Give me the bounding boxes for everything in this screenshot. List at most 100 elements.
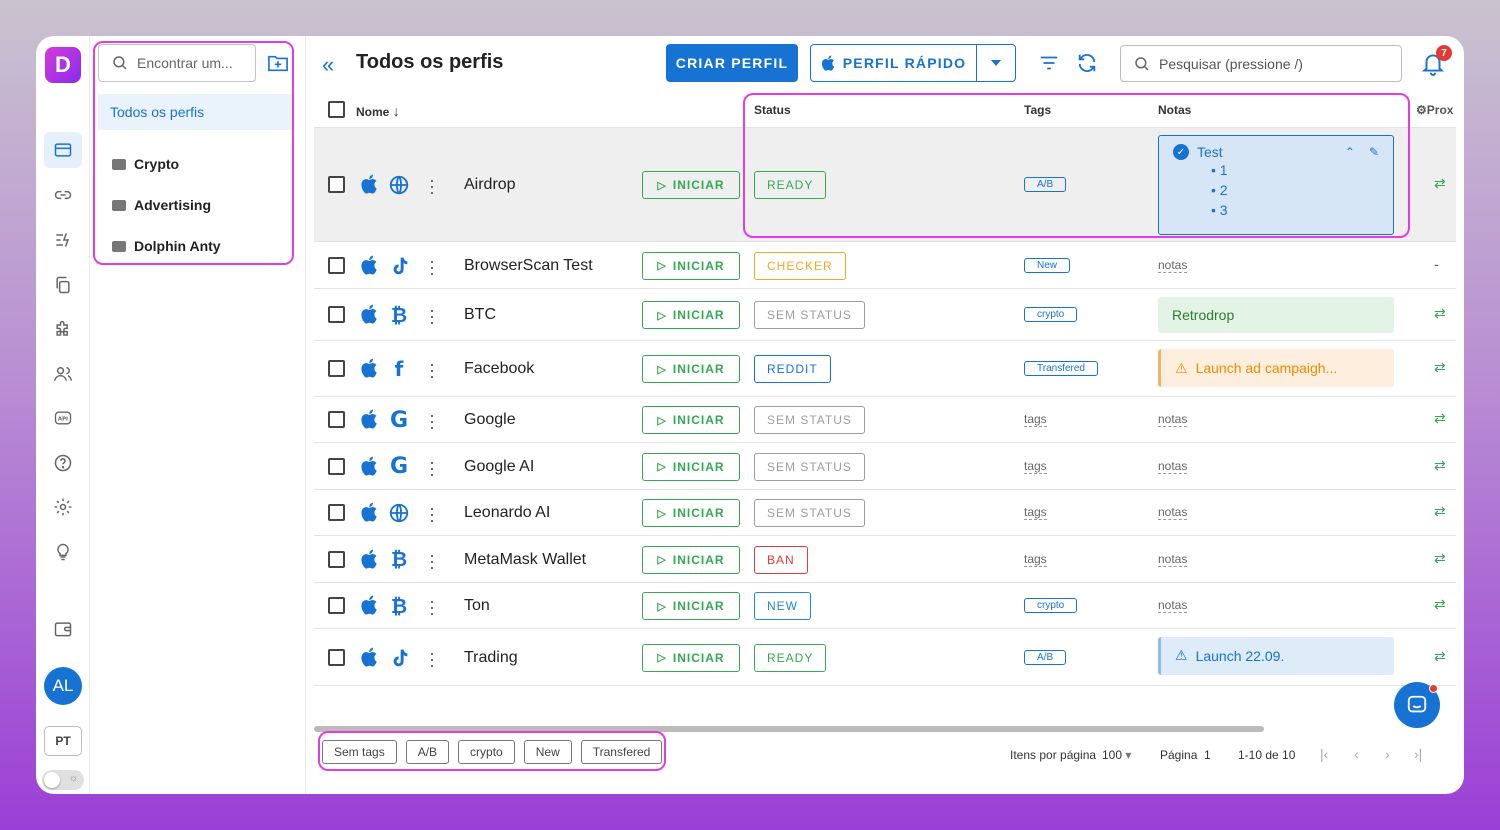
table-row[interactable]: · · · Leonardo AI ▷ INICIAR SEM STATUS tags… [314,490,1456,536]
profile-name[interactable]: Google [464,411,516,429]
row-checkbox[interactable] [328,550,345,568]
note-card[interactable]: ⚠ Launch 22.09. [1158,636,1394,675]
profile-tag[interactable]: crypto [1024,598,1078,613]
profile-search-input[interactable]: Pesquisar (pressione /) [1120,45,1402,82]
status-badge[interactable]: SEM STATUS [754,452,865,481]
column-proxy-header[interactable]: ⚙Prox [1416,103,1453,117]
row-checkbox[interactable] [328,306,345,323]
profile-name[interactable]: BrowserScan Test [464,257,593,275]
app-logo[interactable]: D [45,47,81,83]
more-options-icon[interactable]: · · · [428,499,436,529]
proxy-icon[interactable]: ⇄ [1434,648,1446,665]
proxy-icon[interactable]: ⇄ [1434,550,1446,567]
table-row[interactable]: · · · Trading ▷ INICIAR READY A/B ⚠ Launch 2… [314,629,1456,686]
idea-icon[interactable] [44,534,82,570]
folder-search-input[interactable]: Encontrar um... [98,44,256,82]
profile-name[interactable]: Leonardo AI [464,504,550,522]
profile-name[interactable]: Ton [464,597,490,615]
start-button[interactable]: ▷ INICIAR [642,643,740,672]
start-button[interactable]: ▷ INICIAR [642,499,740,527]
tags-placeholder[interactable]: tags [1024,552,1047,567]
proxy-icon[interactable]: ⇄ [1434,175,1446,192]
table-row[interactable]: ₿ · · · Ton ▷ INICIAR NEW crypto notas ⇄ [314,583,1456,629]
proxy-icon[interactable]: ⇄ [1434,596,1446,613]
extension-icon[interactable] [44,312,82,348]
more-options-icon[interactable]: · · · [428,171,436,201]
first-page-icon[interactable]: |‹ [1320,746,1328,762]
chat-support-icon[interactable] [1394,682,1440,728]
tags-placeholder[interactable]: tags [1024,505,1047,520]
more-options-icon[interactable]: · · · [428,406,436,436]
profile-tag[interactable]: crypto [1024,307,1078,322]
tags-placeholder[interactable]: tags [1024,412,1047,427]
gear-icon[interactable]: ⚙ [1416,103,1427,117]
notes-placeholder[interactable]: notas [1158,552,1188,567]
copy-icon[interactable] [44,267,82,303]
proxy-icon[interactable]: ⇄ [1434,410,1446,427]
table-row[interactable]: ₿ · · · MetaMask Wallet ▷ INICIAR BAN tags … [314,536,1456,583]
profiles-icon[interactable] [44,132,82,168]
page-number[interactable]: 1 [1204,748,1211,762]
status-badge[interactable]: REDDIT [754,355,831,383]
start-button[interactable]: ▷ INICIAR [642,592,740,620]
tag-filter-crypto[interactable]: crypto [458,740,515,764]
start-button[interactable]: ▷ INICIAR [642,171,740,199]
table-row[interactable]: G · · · Google ▷ INICIAR SEM STATUS tags no… [314,397,1456,443]
chevron-down-icon[interactable] [977,60,1015,66]
start-button[interactable]: ▷ INICIAR [642,452,740,481]
horizontal-scrollbar[interactable] [314,726,1264,732]
start-button[interactable]: ▷ INICIAR [642,251,740,280]
start-button[interactable]: ▷ INICIAR [642,545,740,574]
status-badge[interactable]: SEM STATUS [754,499,865,527]
next-page-icon[interactable]: › [1385,746,1390,762]
proxy-icon[interactable]: ⇄ [1434,457,1446,474]
tag-filter-ab[interactable]: A/B [405,740,450,764]
row-checkbox[interactable] [328,504,345,521]
folder-item-dolphin-anty[interactable]: Dolphin Anty [112,235,221,257]
profile-tag[interactable]: New [1024,257,1071,273]
row-checkbox[interactable] [328,176,345,193]
note-card[interactable]: Retrodrop [1158,297,1394,333]
notes-placeholder[interactable]: notas [1158,505,1188,520]
start-button[interactable]: ▷ INICIAR [642,406,740,434]
more-options-icon[interactable]: · · · [428,252,436,282]
proxy-icon[interactable]: ⇄ [1434,359,1446,376]
tag-filter-transfered[interactable]: Transfered [580,740,663,764]
link-icon[interactable] [44,177,82,213]
row-checkbox[interactable] [328,411,345,428]
quick-profile-button[interactable]: PERFIL RÁPIDO [810,44,1016,82]
quick-profile-label-area[interactable]: PERFIL RÁPIDO [811,45,977,81]
note-card[interactable]: ⚠ Launch ad campaigh... [1158,349,1394,387]
users-icon[interactable] [44,356,82,392]
api-icon[interactable]: API [44,400,82,436]
per-page-select[interactable]: 100 ▾ [1102,748,1131,762]
profile-name[interactable]: Airdrop [464,176,516,194]
row-checkbox[interactable] [328,648,345,666]
more-options-icon[interactable]: · · · [428,301,436,331]
column-name-header[interactable]: Nome ↓ [356,103,400,119]
chevron-up-icon[interactable]: ⌃ [1345,145,1355,159]
profile-name[interactable]: Trading [464,649,518,667]
filter-icon[interactable] [1038,52,1060,74]
tag-filter-none[interactable]: Sem tags [322,740,397,764]
row-checkbox[interactable] [328,457,345,475]
add-folder-icon[interactable] [266,52,290,74]
table-row[interactable]: ₿ · · · BTC ▷ INICIAR SEM STATUS crypto Ret… [314,289,1456,341]
start-button[interactable]: ▷ INICIAR [642,355,740,383]
folder-all-profiles[interactable]: Todos os perfis [98,94,292,130]
select-all-checkbox[interactable] [328,101,345,118]
proxy-icon[interactable]: - [1434,256,1439,272]
create-profile-button[interactable]: CRIAR PERFIL [666,44,798,82]
settings-icon[interactable] [44,489,82,525]
wallet-icon[interactable] [44,611,82,647]
avatar[interactable]: AL [44,667,82,705]
more-options-icon[interactable]: · · · [428,546,436,576]
profile-name[interactable]: BTC [464,306,496,324]
tags-placeholder[interactable]: tags [1024,459,1047,474]
bell-icon[interactable]: 7 [1420,45,1452,76]
help-icon[interactable] [44,445,82,481]
table-row[interactable]: G · · · Google AI ▷ INICIAR SEM STATUS tags… [314,443,1456,490]
collapse-icon[interactable]: « [322,52,334,78]
proxy-icon[interactable]: ⇄ [1434,503,1446,520]
note-card[interactable]: ✓ Test ⌃ ✎ • 1 • 2 • 3 [1158,135,1394,235]
